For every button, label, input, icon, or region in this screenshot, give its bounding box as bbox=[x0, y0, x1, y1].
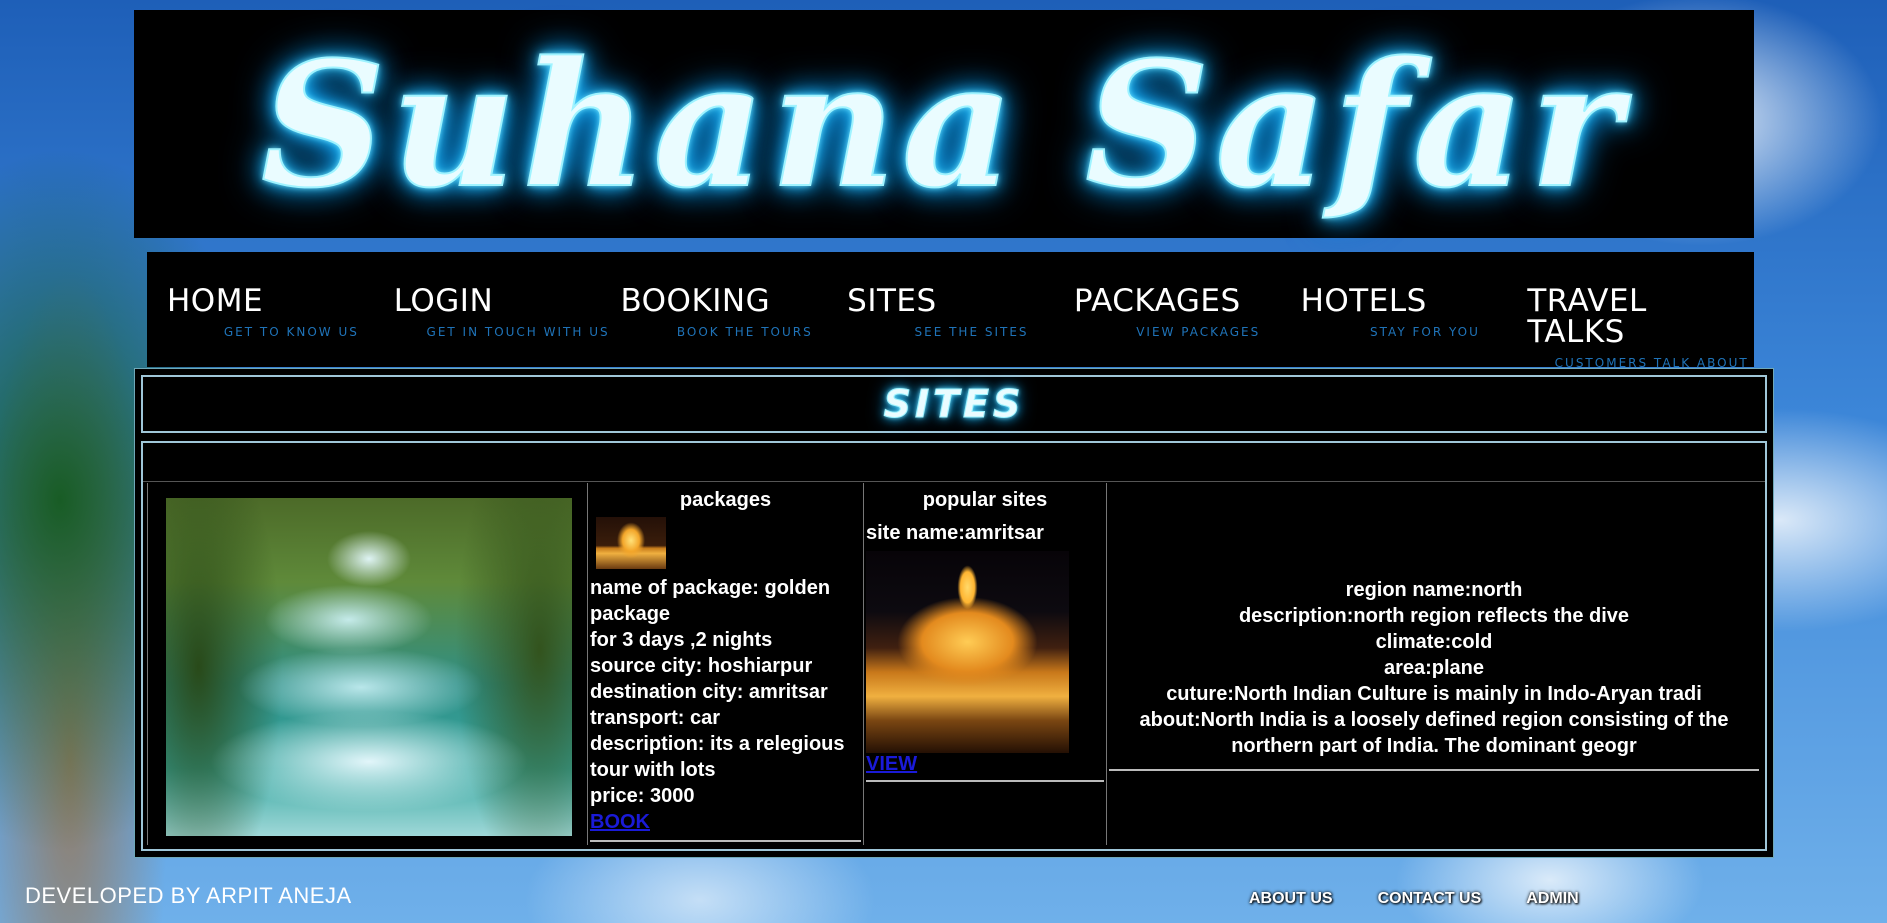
region-name: region name:north bbox=[1345, 579, 1523, 601]
site-photo bbox=[866, 551, 1069, 753]
package-price: price: 3000 bbox=[590, 785, 695, 807]
package-thumbnail bbox=[596, 517, 666, 569]
table-header-strip bbox=[143, 443, 1765, 482]
nav-login-subtitle: GET IN TOUCH WITH US bbox=[426, 325, 610, 339]
book-link[interactable]: BOOK bbox=[590, 811, 650, 833]
sites-divider bbox=[866, 780, 1104, 782]
about-us-link[interactable]: ABOUT US bbox=[1249, 890, 1333, 908]
nav-home-subtitle: GET TO KNOW US bbox=[223, 325, 359, 339]
region-about: about:North India is a loosely defined r… bbox=[1139, 709, 1729, 757]
site-logo-text: Suhana Safar bbox=[260, 22, 1627, 227]
nav-packages[interactable]: PACKAGES VIEW PACKAGES bbox=[1074, 252, 1301, 367]
view-link[interactable]: VIEW bbox=[866, 753, 917, 775]
nav-hotels-subtitle: STAY FOR YOU bbox=[1370, 325, 1480, 339]
main-nav: HOME GET TO KNOW US LOGIN GET IN TOUCH W… bbox=[147, 252, 1754, 386]
nav-hotels-label[interactable]: HOTELS bbox=[1301, 286, 1528, 317]
nav-home-label[interactable]: HOME bbox=[167, 286, 394, 317]
admin-link[interactable]: ADMIN bbox=[1526, 890, 1578, 908]
popular-sites-heading: popular sites bbox=[922, 489, 1048, 511]
waterfall-image bbox=[166, 498, 572, 836]
packages-divider bbox=[590, 840, 861, 842]
nav-sites-label[interactable]: SITES bbox=[847, 286, 1074, 317]
nav-sites-subtitle: SEE THE SITES bbox=[914, 325, 1029, 339]
package-description: description: its a relegious tour with l… bbox=[590, 733, 845, 781]
region-description: description:north region reflects the di… bbox=[1238, 605, 1630, 627]
nav-packages-subtitle: VIEW PACKAGES bbox=[1136, 325, 1261, 339]
nav-hotels[interactable]: HOTELS STAY FOR YOU bbox=[1301, 252, 1528, 367]
region-area: area:plane bbox=[1383, 657, 1485, 679]
packages-cell: packages name of package: golden package… bbox=[588, 483, 864, 845]
nav-login[interactable]: LOGIN GET IN TOUCH WITH US bbox=[394, 252, 621, 367]
nav-travel-talks-label[interactable]: TRAVEL TALKS bbox=[1527, 286, 1754, 348]
page-title: SITES bbox=[883, 382, 1025, 427]
popular-sites-cell: popular sites site name:amritsar VIEW bbox=[864, 483, 1107, 845]
package-transport: transport: car bbox=[590, 707, 721, 729]
footer-links: ABOUT US CONTACT US ADMIN bbox=[1249, 890, 1624, 908]
contact-us-link[interactable]: CONTACT US bbox=[1378, 890, 1482, 908]
nav-login-label[interactable]: LOGIN bbox=[394, 286, 621, 317]
nav-packages-label[interactable]: PACKAGES bbox=[1074, 286, 1301, 317]
site-logo-banner: Suhana Safar bbox=[134, 10, 1754, 238]
package-duration: for 3 days ,2 nights bbox=[590, 629, 773, 651]
image-cell bbox=[147, 483, 588, 845]
nav-home[interactable]: HOME GET TO KNOW US bbox=[167, 252, 394, 367]
region-climate: climate:cold bbox=[1375, 631, 1493, 653]
package-source: source city: hoshiarpur bbox=[590, 655, 813, 677]
content-panel: SITES packages name of package: golden p… bbox=[134, 368, 1774, 858]
package-destination: destination city: amritsar bbox=[590, 681, 828, 703]
nav-sites[interactable]: SITES SEE THE SITES bbox=[847, 252, 1074, 367]
region-cell: region name:north description:north regi… bbox=[1107, 483, 1761, 845]
nav-booking[interactable]: BOOKING BOOK THE TOURS bbox=[620, 252, 847, 367]
nav-booking-subtitle: BOOK THE TOURS bbox=[676, 325, 813, 339]
region-culture: cuture:North Indian Culture is mainly in… bbox=[1166, 683, 1702, 705]
package-name: name of package: golden package bbox=[590, 577, 831, 625]
package-details: name of package: golden package for 3 da… bbox=[588, 569, 863, 835]
packages-heading: packages bbox=[679, 489, 772, 511]
table-row: packages name of package: golden package… bbox=[147, 483, 1761, 845]
region-info: region name:north description:north regi… bbox=[1107, 483, 1761, 759]
page-title-box: SITES bbox=[141, 375, 1767, 433]
nav-travel-talks[interactable]: TRAVEL TALKS CUSTOMERS TALK ABOUT TRAVEL bbox=[1527, 252, 1754, 386]
site-name: site name:amritsar bbox=[866, 522, 1044, 544]
region-divider bbox=[1109, 769, 1759, 771]
nav-booking-label[interactable]: BOOKING bbox=[620, 286, 847, 317]
developer-credit: DEVELOPED BY ARPIT ANEJA bbox=[25, 883, 352, 908]
sites-table: packages name of package: golden package… bbox=[141, 441, 1767, 851]
